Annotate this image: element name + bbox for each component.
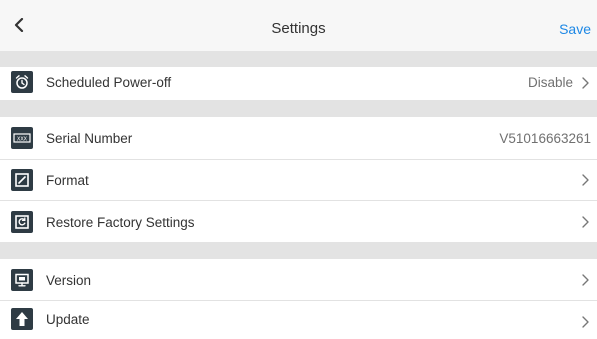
chevron-right-icon [582, 274, 589, 286]
save-button[interactable]: Save [559, 0, 591, 51]
top-bar: Settings Save [0, 0, 597, 51]
row-label: Scheduled Power-off [46, 75, 172, 90]
row-label: Format [46, 173, 89, 188]
format-icon [11, 169, 33, 191]
row-version[interactable]: Version [0, 259, 597, 300]
chevron-right-icon [582, 316, 589, 328]
chevron-right-icon [582, 216, 589, 228]
row-restore-factory-settings[interactable]: Restore Factory Settings [0, 201, 597, 242]
restore-icon [11, 211, 33, 233]
row-value: Disable [527, 75, 573, 90]
section-gap [0, 242, 597, 259]
section-gap [0, 100, 597, 117]
row-serial-number: XXX Serial Number V51016663261 [0, 117, 597, 159]
serial-number-value: V51016663261 [499, 131, 591, 146]
row-format[interactable]: Format [0, 160, 597, 200]
chevron-right-icon [582, 174, 589, 186]
row-scheduled-power-off[interactable]: Scheduled Power-off Disable [0, 67, 597, 100]
alarm-clock-icon [11, 71, 33, 93]
serial-number-icon: XXX [11, 127, 33, 149]
row-update[interactable]: Update [0, 301, 597, 339]
row-label: Restore Factory Settings [46, 215, 195, 230]
version-icon [11, 269, 33, 291]
settings-screen: Settings Save Scheduled Power-off Disabl… [0, 0, 597, 339]
chevron-right-icon [582, 77, 589, 89]
svg-text:XXX: XXX [17, 137, 28, 143]
page-title: Settings [271, 20, 326, 37]
row-label: Version [46, 273, 92, 288]
upload-arrow-icon [11, 308, 33, 330]
row-label: Update [46, 312, 90, 327]
section-gap [0, 51, 597, 67]
row-label: Serial Number [46, 131, 133, 146]
